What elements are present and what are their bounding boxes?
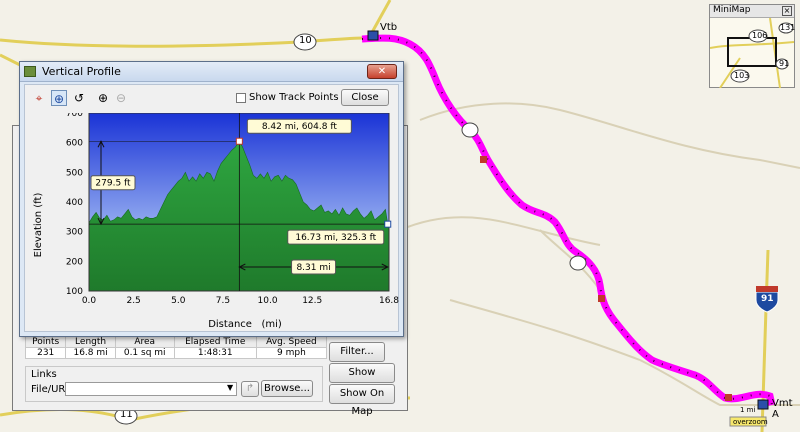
window-titlebar[interactable]: Vertical Profile ✕ bbox=[20, 62, 403, 82]
links-title: Links bbox=[31, 369, 57, 380]
zoom-out-icon[interactable]: ⊖ bbox=[113, 90, 129, 106]
y-tick-label: 200 bbox=[66, 257, 83, 267]
y-tick-label: 700 bbox=[66, 113, 83, 119]
y-tick-label: 100 bbox=[66, 287, 83, 297]
minimap[interactable]: MiniMap × 106 103 91 131 bbox=[709, 4, 795, 88]
col-header: Points bbox=[24, 336, 67, 348]
show-track-points-label[interactable]: Show Track Points bbox=[249, 92, 339, 103]
minimap-label: 131 bbox=[780, 23, 796, 32]
stat-avg-speed: 9 mph bbox=[255, 347, 328, 359]
file-url-combobox[interactable] bbox=[65, 382, 237, 396]
stat-area: 0.1 sq mi bbox=[114, 347, 175, 359]
minimap-label: 103 bbox=[734, 71, 750, 80]
peak-marker[interactable] bbox=[235, 137, 243, 145]
window-title: Vertical Profile bbox=[42, 65, 121, 78]
waypoint-label-vtb[interactable]: Vtb bbox=[380, 22, 397, 33]
minimap-viewport[interactable] bbox=[727, 37, 777, 67]
table-header-row: Points Length Area Elapsed Time Avg. Spe… bbox=[24, 336, 328, 348]
end-marker[interactable] bbox=[384, 220, 392, 228]
elevation-diff-callout: 279.5 ft bbox=[95, 179, 131, 189]
table-row: 231 16.8 mi 0.1 sq mi 1:48:31 9 mph bbox=[24, 347, 328, 359]
col-header: Area bbox=[114, 336, 175, 348]
y-tick-label: 500 bbox=[66, 168, 83, 178]
waypoint-label-vmt-a[interactable]: Vmt A bbox=[772, 398, 800, 420]
y-tick-label: 600 bbox=[66, 139, 83, 149]
col-header: Avg. Speed bbox=[255, 336, 328, 348]
y-tick-label: 400 bbox=[66, 198, 83, 208]
stat-length: 16.8 mi bbox=[65, 347, 116, 359]
stat-elapsed-time: 1:48:31 bbox=[173, 347, 257, 359]
lasso-icon[interactable]: ↺ bbox=[71, 90, 87, 106]
y-tick-label: 300 bbox=[66, 228, 83, 238]
select-icon[interactable]: ⊕ bbox=[51, 90, 67, 106]
open-link-icon[interactable]: ↱ bbox=[241, 381, 259, 397]
col-header: Elapsed Time bbox=[173, 336, 257, 348]
minimap-label: 91 bbox=[779, 59, 790, 68]
chevron-down-icon[interactable]: ▼ bbox=[227, 383, 233, 392]
route-shield bbox=[569, 255, 587, 271]
interstate-91-label: 91 bbox=[761, 294, 774, 304]
show-profile-button[interactable]: Show Profile... bbox=[329, 363, 395, 396]
peak-callout: 8.42 mi, 604.8 ft bbox=[262, 122, 338, 132]
show-on-map-button[interactable]: Show On Map bbox=[329, 384, 395, 417]
route-10-label: 10 bbox=[299, 35, 312, 46]
window-close-button[interactable]: ✕ bbox=[367, 64, 397, 79]
col-header: Length bbox=[65, 336, 116, 348]
stat-points: 231 bbox=[24, 347, 67, 359]
vertical-profile-window[interactable]: Vertical Profile ✕ ⌖ ⊕ ↺ ⊕ ⊖ Show Track … bbox=[19, 61, 404, 337]
x-tick-label: 7.5 bbox=[216, 296, 230, 306]
x-tick-label: 10.0 bbox=[258, 296, 278, 306]
waypoint-flag-icon[interactable] bbox=[757, 399, 769, 410]
profile-content: ⌖ ⊕ ↺ ⊕ ⊖ Show Track Points Close Elevat… bbox=[24, 84, 399, 332]
browse-button[interactable]: Browse... bbox=[261, 380, 313, 397]
track-marker bbox=[725, 394, 732, 401]
waypoint-flag-icon[interactable] bbox=[367, 30, 379, 41]
x-tick-label: 5.0 bbox=[171, 296, 186, 306]
track-marker bbox=[598, 295, 605, 302]
crosshair-icon[interactable]: ⌖ bbox=[31, 90, 47, 106]
x-tick-label: 12.5 bbox=[302, 296, 322, 306]
end-callout: 16.73 mi, 325.3 ft bbox=[295, 233, 376, 243]
elevation-chart[interactable]: Elevation (ft) Distance (mi) 100 200 300 40… bbox=[25, 113, 400, 333]
interstate-shield-top bbox=[756, 286, 778, 292]
x-tick-label: 16.8 bbox=[379, 296, 399, 306]
track-marker bbox=[480, 156, 487, 163]
minimap-label: 106 bbox=[752, 31, 768, 40]
filter-button[interactable]: Filter... bbox=[329, 342, 385, 362]
x-tick-label: 2.5 bbox=[126, 296, 140, 306]
show-track-points-checkbox[interactable] bbox=[236, 93, 246, 103]
close-button[interactable]: Close bbox=[341, 89, 389, 106]
track-stats-table: Points Length Area Elapsed Time Avg. Spe… bbox=[24, 336, 328, 359]
x-axis-label: Distance (mi) bbox=[208, 319, 282, 330]
zoom-in-icon[interactable]: ⊕ bbox=[95, 90, 111, 106]
scale-label: 1 mi bbox=[740, 406, 756, 414]
route-shield bbox=[461, 122, 479, 138]
minimap-close-button[interactable]: × bbox=[782, 6, 792, 16]
overzoom-label: overzoom bbox=[733, 418, 768, 426]
x-tick-label: 0.0 bbox=[82, 296, 97, 306]
y-axis-label: Elevation (ft) bbox=[33, 193, 44, 258]
profile-window-icon bbox=[24, 66, 36, 77]
distance-diff-callout: 8.31 mi bbox=[296, 263, 330, 273]
